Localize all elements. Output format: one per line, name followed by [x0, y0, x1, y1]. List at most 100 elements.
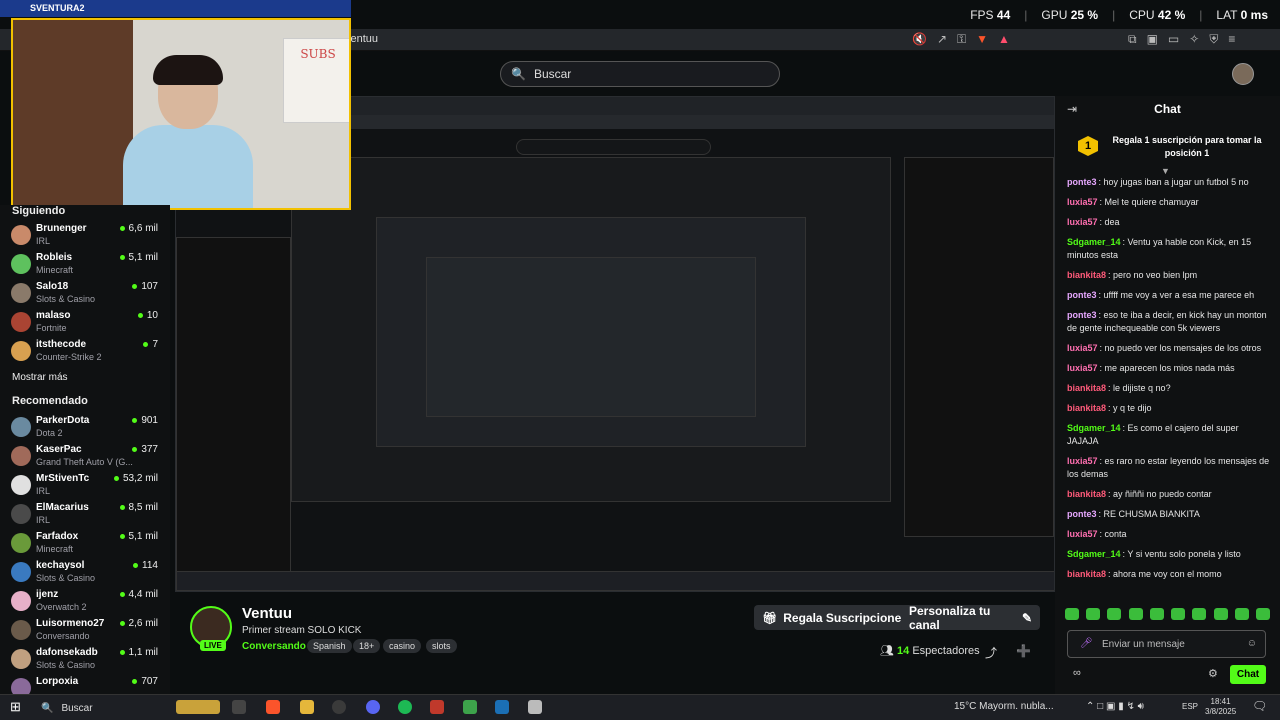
chat-input[interactable]: 🎤︎ Enviar un mensaje ☺: [1067, 630, 1266, 658]
sidebar-channel-item[interactable]: Farfadox Minecraft 5,1 mil: [0, 529, 170, 558]
tag-slots[interactable]: slots: [426, 639, 457, 653]
chat-username[interactable]: luxia57: [1067, 529, 1098, 539]
chat-points-icon[interactable]: ∞: [1073, 667, 1081, 679]
tray-icons[interactable]: ⌃ □ ▣ ▮ ↯ 🔊︎: [1086, 701, 1144, 712]
promo-text: Regala 1 suscripción para tomar la posic…: [1112, 135, 1262, 158]
spotify-icon[interactable]: [398, 700, 412, 714]
browser-extension-icons: ⧉ ▣ ▭ ✧ ⛨ ≡: [1128, 32, 1235, 47]
chat-username[interactable]: luxia57: [1067, 363, 1098, 373]
notification-icon[interactable]: 🗨︎: [1252, 699, 1267, 713]
emote-icon[interactable]: [1213, 608, 1228, 620]
sidebar-channel-item[interactable]: dafonsekadb Slots & Casino 1,1 mil: [0, 645, 170, 674]
channel-game: IRL: [36, 515, 51, 525]
send-chat-button[interactable]: Chat: [1230, 665, 1266, 684]
file-explorer-icon[interactable]: [300, 700, 314, 714]
emote-icon[interactable]: [1171, 608, 1186, 620]
chat-username[interactable]: biankita8: [1067, 270, 1106, 280]
emote-icon[interactable]: [1192, 608, 1207, 620]
emote-icon[interactable]: [1128, 608, 1143, 620]
steam-icon[interactable]: [495, 700, 509, 714]
chat-username[interactable]: biankita8: [1067, 489, 1106, 499]
emoji-icon[interactable]: ☺: [1247, 638, 1257, 649]
ai-icon[interactable]: ✧: [1189, 32, 1199, 47]
user-avatar[interactable]: [1232, 63, 1254, 85]
key-icon[interactable]: ⚿: [957, 32, 966, 47]
vpn-icon[interactable]: ⛨: [1209, 32, 1218, 47]
sub-gift-promo[interactable]: 1 Regala 1 suscripción para tomar la pos…: [1070, 132, 1275, 162]
chat-text: hoy jugas iban a jugar un futbol 5 no: [1103, 177, 1249, 187]
emote-icon[interactable]: [1234, 608, 1249, 620]
webcam-window-titlebar: SVENTURA2: [0, 0, 351, 17]
chat-username[interactable]: biankita8: [1067, 403, 1106, 413]
clock[interactable]: 18:41 3/8/2025: [1205, 697, 1236, 717]
share-icon[interactable]: ↗: [937, 32, 947, 47]
language-indicator[interactable]: ESP: [1182, 702, 1198, 711]
start-icon[interactable]: ⊞: [10, 699, 21, 715]
channel-avatar: [11, 591, 31, 611]
tag-age[interactable]: 18+: [353, 639, 381, 653]
live-badge: LIVE: [200, 640, 226, 651]
chat-username[interactable]: luxia57: [1067, 217, 1098, 227]
sidebar-channel-item[interactable]: Brunenger IRL 6,6 mil: [0, 221, 170, 250]
gear-icon[interactable]: ⚙: [1208, 667, 1218, 680]
follow-user-icon[interactable]: ➕: [1016, 644, 1031, 658]
chat-username[interactable]: Sdgamer_14: [1067, 549, 1121, 559]
brave-shield-icon[interactable]: ▼: [976, 32, 988, 47]
sidebar-channel-item[interactable]: KaserPac Grand Theft Auto V (G... 377: [0, 442, 170, 471]
gift-subs-button[interactable]: 🎁︎ Regala Suscripciones: [754, 605, 916, 630]
chat-username[interactable]: luxia57: [1067, 343, 1098, 353]
obs-icon[interactable]: [332, 700, 346, 714]
menu-icon[interactable]: ≡: [1228, 32, 1235, 47]
emote-icon[interactable]: [1065, 608, 1079, 620]
sidebar-channel-item[interactable]: Luisormeno27 Conversando 2,6 mil: [0, 616, 170, 645]
taskbar-search[interactable]: 🔍 Buscar: [37, 699, 187, 717]
search-input[interactable]: 🔍 Buscar: [500, 61, 780, 87]
chat-username[interactable]: ponte3: [1067, 310, 1097, 320]
share-icon[interactable]: ⤴: [985, 644, 997, 661]
rewards-icon[interactable]: ▲: [998, 32, 1010, 47]
sidebar-channel-item[interactable]: malaso Fortnite 10: [0, 308, 170, 337]
chat-username[interactable]: Sdgamer_14: [1067, 423, 1121, 433]
sidebar-channel-item[interactable]: ParkerDota Dota 2 901: [0, 413, 170, 442]
chat-username[interactable]: biankita8: [1067, 383, 1106, 393]
chat-username[interactable]: ponte3: [1067, 509, 1097, 519]
weather-widget[interactable]: 15°C Mayorm. nubla...: [954, 701, 1054, 712]
emote-icon[interactable]: [1149, 608, 1164, 620]
emote-icon[interactable]: [1107, 608, 1122, 620]
channel-game: Slots & Casino: [36, 573, 96, 583]
sidebar-channel-item[interactable]: MrStivenTc IRL 53,2 mil: [0, 471, 170, 500]
extensions-icon[interactable]: ⧉: [1128, 32, 1137, 47]
chat-username[interactable]: Sdgamer_14: [1067, 237, 1121, 247]
pc-app-icon[interactable]: [430, 700, 444, 714]
customize-channel-button[interactable]: Personaliza tu canal ✎: [901, 604, 1040, 632]
sidebar-channel-item[interactable]: Robleis Minecraft 5,1 mil: [0, 250, 170, 279]
brave-icon[interactable]: [266, 700, 280, 714]
sidebar-icon[interactable]: ▣: [1147, 32, 1158, 47]
tag-casino[interactable]: casino: [383, 639, 422, 653]
show-more-link[interactable]: Mostrar más: [0, 372, 170, 383]
emote-icon[interactable]: [1086, 608, 1101, 620]
chat-username[interactable]: luxia57: [1067, 197, 1098, 207]
sidebar-channel-item[interactable]: ijenz Overwatch 2 4,4 mil: [0, 587, 170, 616]
sidebar-channel-item[interactable]: Salo18 Slots & Casino 107: [0, 279, 170, 308]
mic-icon[interactable]: 🎤︎: [1080, 638, 1093, 649]
tag-language[interactable]: Spanish: [307, 639, 352, 653]
chat-username[interactable]: biankita8: [1067, 569, 1106, 579]
task-view-icon[interactable]: [232, 700, 246, 714]
discord-icon[interactable]: [366, 700, 380, 714]
mute-tab-icon[interactable]: 🔇: [912, 32, 927, 47]
expand-pinned-icon[interactable]: ▼: [1161, 166, 1170, 176]
sidebar-channel-item[interactable]: kechaysol Slots & Casino 114: [0, 558, 170, 587]
chat-username[interactable]: ponte3: [1067, 177, 1097, 187]
android-icon[interactable]: [463, 700, 477, 714]
sidebar-channel-item[interactable]: itsthecode Counter-Strike 2 7: [0, 337, 170, 366]
chat-username[interactable]: ponte3: [1067, 290, 1097, 300]
wallet-icon[interactable]: ▭: [1168, 32, 1179, 47]
sidebar-channel-item[interactable]: ElMacarius IRL 8,5 mil: [0, 500, 170, 529]
stream-category[interactable]: Conversando: [242, 641, 306, 652]
sunflower-widget-icon[interactable]: [176, 700, 220, 714]
streamer-name[interactable]: Ventuu: [242, 605, 292, 622]
app-icon[interactable]: [528, 700, 542, 714]
chat-username[interactable]: luxia57: [1067, 456, 1098, 466]
emote-icon[interactable]: [1255, 608, 1270, 620]
